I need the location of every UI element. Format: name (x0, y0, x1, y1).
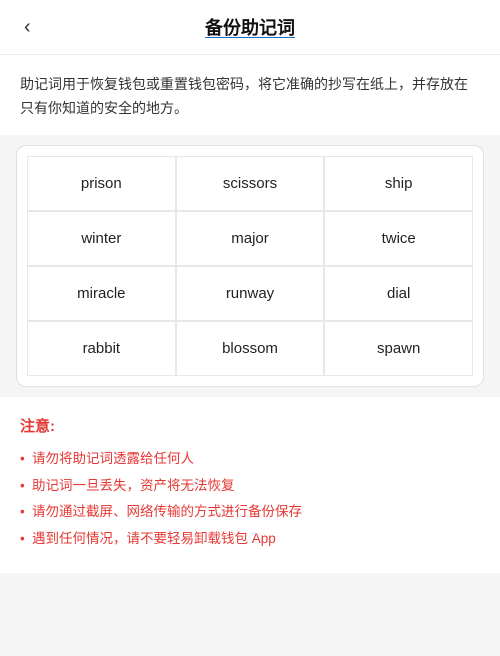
header: ‹ 备份助记词 (0, 0, 500, 55)
notice-item: 助记词一旦丢失，资产将无法恢复 (20, 475, 480, 498)
mnemonic-word-cell: dial (324, 266, 473, 321)
back-button[interactable]: ‹ (16, 12, 39, 43)
notice-item: 请勿通过截屏、网络传输的方式进行备份保存 (20, 501, 480, 524)
mnemonic-word-cell: winter (27, 211, 176, 266)
mnemonic-grid-container: prisonscissorsship wintermajortwice miracl… (16, 145, 484, 387)
description-text: 助记词用于恢复钱包或重置钱包密码，将它准确的抄写在纸上，并存放在只有你知道的安全… (0, 55, 500, 135)
mnemonic-word-cell: miracle (27, 266, 176, 321)
description-content: 助记词用于恢复钱包或重置钱包密码，将它准确的抄写在纸上，并存放在只有你知道的安全… (20, 76, 468, 116)
mnemonic-word-cell: ship (324, 156, 473, 211)
mnemonic-word-cell: blossom (176, 321, 325, 376)
page-title: 备份助记词 (205, 14, 295, 40)
notice-item: 请勿将助记词透露给任何人 (20, 448, 480, 471)
mnemonic-word-cell: major (176, 211, 325, 266)
mnemonic-word-cell: runway (176, 266, 325, 321)
notice-list: 请勿将助记词透露给任何人助记词一旦丢失，资产将无法恢复请勿通过截屏、网络传输的方… (20, 448, 480, 552)
mnemonic-word-cell: scissors (176, 156, 325, 211)
notice-item: 遇到任何情况，请不要轻易卸载钱包 App (20, 528, 480, 551)
mnemonic-word-cell: prison (27, 156, 176, 211)
mnemonic-word-cell: spawn (324, 321, 473, 376)
mnemonic-word-cell: rabbit (27, 321, 176, 376)
mnemonic-grid: prisonscissorsship wintermajortwice miracl… (27, 156, 473, 376)
notice-title: 注意: (20, 415, 480, 436)
notice-section: 注意: 请勿将助记词透露给任何人助记词一旦丢失，资产将无法恢复请勿通过截屏、网络… (0, 397, 500, 574)
mnemonic-word-cell: twice (324, 211, 473, 266)
